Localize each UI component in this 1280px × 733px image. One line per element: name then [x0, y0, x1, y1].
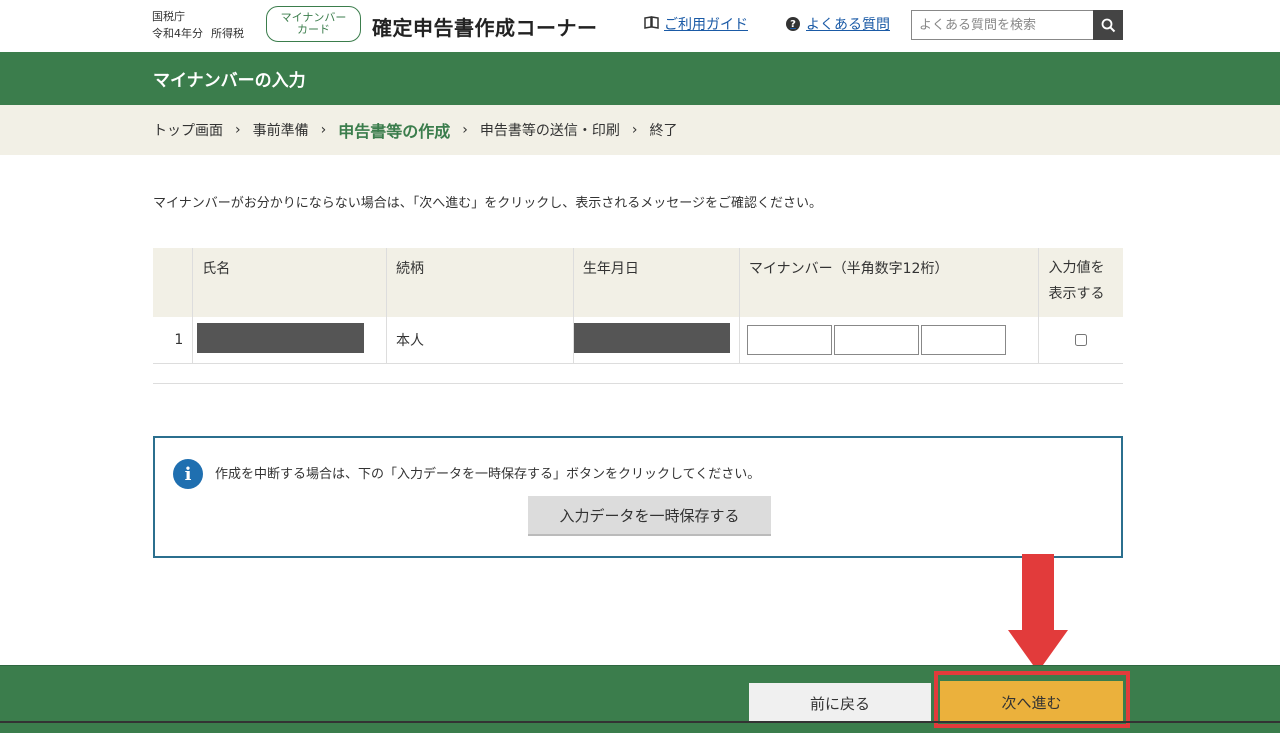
tax-category: 所得税: [211, 27, 244, 40]
arrow-down-icon: [1008, 554, 1068, 672]
site-header: 国税庁 令和4年分 所得税 マイナンバー カード 確定申告書作成コーナー ご利用ガ…: [0, 0, 1280, 52]
redacted-birthdate: [573, 322, 730, 353]
mynumber-input-1[interactable]: [746, 324, 832, 355]
table-header-row: 氏名 続柄 生年月日 マイナンバー（半角数字12桁） 入力値を 表示する: [153, 248, 1123, 317]
table-divider: [153, 383, 1123, 384]
question-icon: ?: [786, 17, 800, 31]
tax-year: 令和4年分: [152, 27, 203, 40]
search-icon: [1101, 18, 1115, 32]
chevron-right-icon: ›: [631, 122, 638, 138]
guide-link[interactable]: ご利用ガイド: [644, 14, 748, 34]
birthdate-cell: [572, 317, 740, 364]
step-finish: 終了: [649, 123, 678, 139]
header-name: 氏名: [192, 248, 387, 317]
chevron-right-icon: ›: [462, 122, 468, 138]
faq-search-input[interactable]: [911, 10, 1094, 40]
mynumber-input-3[interactable]: [920, 324, 1006, 355]
next-button-highlight: [934, 671, 1130, 728]
step-send-print: 申告書等の送信・印刷: [479, 123, 620, 139]
step-top: トップ画面: [153, 123, 223, 139]
search-button[interactable]: [1093, 10, 1123, 40]
guide-link-label: ご利用ガイド: [664, 17, 748, 33]
chevron-right-icon: ›: [235, 122, 241, 138]
info-box: i 作成を中断する場合は、下の「入力データを一時保存する」ボタンをクリックしてく…: [153, 436, 1123, 558]
mynumber-cell: [738, 317, 1039, 364]
site-title: 確定申告書作成コーナー: [372, 16, 598, 40]
table-row: 1 本人: [153, 317, 1123, 364]
back-button[interactable]: 前に戻る: [749, 683, 931, 723]
mynumber-card-badge: マイナンバー カード: [266, 6, 361, 42]
show-value-checkbox[interactable]: [1075, 333, 1088, 346]
faq-link-label: よくある質問: [806, 17, 890, 33]
mynumber-table: 氏名 続柄 生年月日 マイナンバー（半角数字12桁） 入力値を 表示する 1 本…: [153, 248, 1123, 364]
page-title: マイナンバーの入力: [153, 71, 306, 91]
faq-link[interactable]: ? よくある質問: [786, 14, 890, 34]
progress-steps: トップ画面 › 事前準備 › 申告書等の作成 › 申告書等の送信・印刷 › 終了: [0, 105, 1280, 155]
step-create: 申告書等の作成: [338, 122, 451, 141]
chevron-right-icon: ›: [320, 122, 327, 138]
show-value-cell: [1038, 317, 1123, 364]
page-title-band: マイナンバーの入力: [0, 52, 1280, 105]
name-cell: [192, 317, 387, 364]
info-icon: i: [173, 459, 203, 489]
info-text: 作成を中断する場合は、下の「入力データを一時保存する」ボタンをクリックしてくださ…: [215, 467, 761, 482]
header-index: [153, 248, 193, 317]
instruction-text: マイナンバーがお分かりにならない場合は、「次へ進む」をクリックし、表示されるメッ…: [153, 196, 822, 211]
step-preparation: 事前準備: [252, 123, 309, 139]
mynumber-input-2[interactable]: [833, 324, 919, 355]
redacted-name: [197, 322, 365, 353]
book-icon: [644, 15, 659, 33]
agency-name: 国税庁: [152, 10, 185, 23]
footer-divider: [0, 721, 1280, 723]
header-birthdate: 生年月日: [572, 248, 740, 317]
row-index: 1: [153, 317, 193, 364]
save-temporary-button[interactable]: 入力データを一時保存する: [528, 496, 771, 536]
header-relation: 続柄: [385, 248, 574, 317]
header-mynumber: マイナンバー（半角数字12桁）: [738, 248, 1039, 317]
agency-info: 国税庁 令和4年分 所得税: [152, 8, 244, 42]
relation-cell: 本人: [385, 317, 574, 364]
header-show-value: 入力値を 表示する: [1038, 248, 1123, 317]
